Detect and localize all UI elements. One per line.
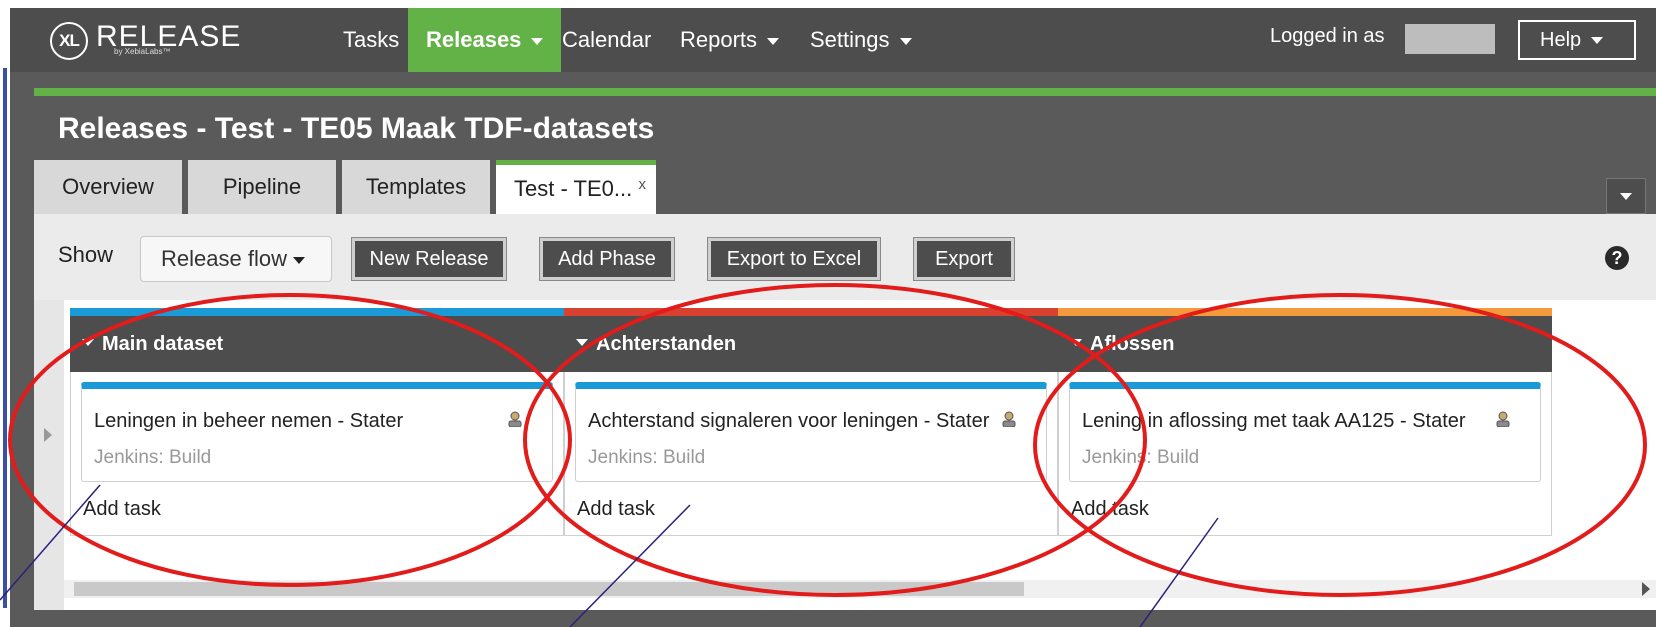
release-flow-board: Main dataset Leningen in beheer nemen - … bbox=[34, 300, 1656, 610]
phase-header[interactable]: Main dataset bbox=[70, 316, 564, 372]
task-type: Jenkins: Build bbox=[588, 447, 706, 468]
export-button[interactable]: Export bbox=[913, 237, 1015, 281]
close-icon[interactable]: x bbox=[639, 161, 647, 209]
release-toolbar: Show Release flow New Release Add Phase … bbox=[34, 214, 1656, 300]
phase-color-bar bbox=[564, 308, 1058, 316]
tab-current-release-label: Test - TE0... bbox=[514, 176, 633, 201]
tab-overview[interactable]: Overview bbox=[34, 160, 182, 214]
collapse-icon bbox=[1070, 339, 1082, 347]
task-title: Lening in aflossing met taak AA125 - Sta… bbox=[1082, 410, 1466, 432]
task-title: Achterstand signaleren voor leningen - S… bbox=[588, 410, 990, 432]
phase-header[interactable]: Achterstanden bbox=[564, 316, 1058, 372]
view-select-value: Release flow bbox=[161, 246, 287, 271]
nav-releases-label: Releases bbox=[426, 27, 522, 52]
nav-releases[interactable]: Releases bbox=[408, 8, 562, 72]
user-avatar-icon bbox=[508, 411, 522, 427]
export-to-excel-button[interactable]: Export to Excel bbox=[707, 237, 881, 281]
nav-calendar-label: Calendar bbox=[562, 27, 652, 52]
nav-reports[interactable]: Reports bbox=[680, 8, 780, 72]
page-title: Releases - Test - TE05 Maak TDF-datasets bbox=[58, 112, 655, 145]
left-edge-rule bbox=[0, 0, 10, 627]
nav-calendar[interactable]: Calendar bbox=[562, 8, 651, 72]
phase-header[interactable]: Aflossen bbox=[1058, 316, 1552, 372]
phase-body: Leningen in beheer nemen - Stater Jenkin… bbox=[70, 372, 564, 536]
username-redacted bbox=[1405, 24, 1495, 54]
nav-settings-label: Settings bbox=[810, 27, 890, 52]
phase-main-dataset: Main dataset Leningen in beheer nemen - … bbox=[70, 308, 564, 536]
show-label: Show bbox=[58, 242, 114, 267]
chevron-down-icon bbox=[531, 37, 544, 45]
tab-templates-label: Templates bbox=[365, 174, 467, 199]
help-icon[interactable]: ? bbox=[1605, 246, 1629, 270]
nav-reports-label: Reports bbox=[680, 27, 758, 52]
task-type: Jenkins: Build bbox=[94, 447, 212, 468]
tab-overview-label: Overview bbox=[62, 174, 154, 199]
tab-pipeline-label: Pipeline bbox=[222, 174, 302, 199]
xl-logo-icon: XL bbox=[50, 22, 88, 60]
app-frame: XL RELEASE by XebiaLabs™ Tasks Releases … bbox=[10, 0, 1656, 627]
user-avatar-icon bbox=[1496, 411, 1510, 427]
phase-achterstanden: Achterstanden Achterstand signaleren voo… bbox=[564, 308, 1058, 536]
tab-templates[interactable]: Templates bbox=[342, 160, 490, 214]
phase-aflossen: Aflossen Lening in aflossing met taak AA… bbox=[1058, 308, 1552, 536]
add-phase-button[interactable]: Add Phase bbox=[539, 237, 675, 281]
user-avatar-icon bbox=[1002, 411, 1016, 427]
phase-color-bar bbox=[1058, 308, 1552, 316]
chevron-down-icon bbox=[292, 256, 305, 264]
tabs-overflow-dropdown[interactable] bbox=[1606, 178, 1646, 214]
xl-release-logo[interactable]: XL RELEASE bbox=[50, 18, 241, 64]
tab-current-release[interactable]: Test - TE0... x bbox=[496, 160, 656, 214]
chevron-down-icon bbox=[899, 37, 912, 45]
view-select[interactable]: Release flow bbox=[140, 236, 332, 282]
phase-body: Lening in aflossing met taak AA125 - Sta… bbox=[1058, 372, 1552, 536]
phase-name: Aflossen bbox=[1090, 333, 1175, 355]
chevron-right-icon bbox=[44, 428, 52, 442]
chevron-down-icon bbox=[1620, 193, 1632, 200]
add-task-link[interactable]: Add task bbox=[575, 482, 1047, 535]
task-card[interactable]: Leningen in beheer nemen - Stater Jenkin… bbox=[81, 382, 553, 482]
release-status-stripe bbox=[34, 88, 1656, 96]
logo-subtitle: by XebiaLabs™ bbox=[114, 47, 171, 56]
phase-body: Achterstand signaleren voor leningen - S… bbox=[564, 372, 1058, 536]
help-label: Help bbox=[1540, 29, 1582, 51]
task-card[interactable]: Achterstand signaleren voor leningen - S… bbox=[575, 382, 1047, 482]
collapse-icon bbox=[82, 339, 94, 347]
task-title: Leningen in beheer nemen - Stater bbox=[94, 410, 404, 432]
top-navigation-bar: XL RELEASE by XebiaLabs™ Tasks Releases … bbox=[10, 8, 1656, 72]
chevron-down-icon bbox=[1591, 37, 1604, 45]
topnav-top-strip bbox=[10, 0, 1656, 8]
scrollbar-thumb[interactable] bbox=[74, 582, 1024, 596]
task-card[interactable]: Lening in aflossing met taak AA125 - Sta… bbox=[1069, 382, 1541, 482]
nav-tasks[interactable]: Tasks bbox=[343, 8, 399, 72]
collapse-icon bbox=[576, 339, 588, 347]
nav-tasks-label: Tasks bbox=[343, 27, 400, 52]
logged-in-text: Logged in as bbox=[1270, 25, 1385, 47]
add-task-link[interactable]: Add task bbox=[1069, 482, 1541, 535]
board-left-gutter[interactable] bbox=[34, 300, 64, 610]
phase-color-bar bbox=[70, 308, 564, 316]
tab-pipeline[interactable]: Pipeline bbox=[188, 160, 336, 214]
horizontal-scrollbar[interactable] bbox=[64, 580, 1656, 598]
chevron-down-icon bbox=[767, 37, 780, 45]
scroll-right-icon[interactable] bbox=[1642, 582, 1650, 596]
new-release-button[interactable]: New Release bbox=[351, 237, 507, 281]
help-menu-button[interactable]: Help bbox=[1518, 20, 1636, 60]
phase-name: Achterstanden bbox=[596, 333, 737, 355]
task-type: Jenkins: Build bbox=[1082, 447, 1200, 468]
phase-name: Main dataset bbox=[102, 333, 224, 355]
nav-settings[interactable]: Settings bbox=[810, 8, 912, 72]
add-task-link[interactable]: Add task bbox=[81, 482, 553, 535]
